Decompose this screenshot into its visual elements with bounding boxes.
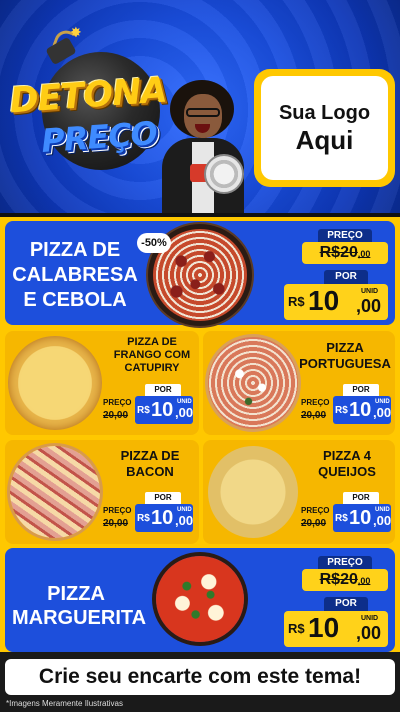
- old-price: 20,00: [103, 410, 129, 421]
- logo-text-line1: Sua Logo: [278, 102, 371, 124]
- old-price-label: PREÇO: [301, 506, 330, 515]
- offer-name: PIZZA MARGUERITA: [12, 583, 147, 629]
- old-price-label: PREÇO: [103, 398, 132, 407]
- new-price: R$ 10 UNID ,00: [333, 504, 391, 532]
- new-price-label: POR: [145, 492, 181, 504]
- pizza-image: [8, 336, 102, 430]
- new-price: R$ 10 UNID ,00: [333, 396, 391, 424]
- offer-name: PIZZA DE CALABRESA E CEBOLA: [12, 239, 138, 311]
- new-price-label: POR: [343, 492, 379, 504]
- price-block: POR PREÇO 20,00 R$ 10 UNID ,00: [101, 384, 193, 428]
- pizza-image: [208, 337, 298, 429]
- new-price: R$ 10 UNID ,00: [284, 611, 388, 647]
- new-price-label: POR: [324, 270, 368, 284]
- discount-badge: -50%: [137, 233, 171, 253]
- old-price: 20,00: [301, 518, 327, 529]
- logo-placeholder: Sua Logo Aqui: [254, 69, 395, 187]
- offer-name: PIZZA DE BACON: [120, 448, 180, 479]
- old-price: 20,00: [301, 410, 327, 421]
- logo-text-line2: Aqui: [295, 125, 354, 155]
- pizza-image: [10, 446, 100, 538]
- offer-name: PIZZA DE FRANGO COM CATUPIRY: [113, 336, 191, 374]
- cta-banner[interactable]: Crie seu encarte com este tema!: [5, 659, 395, 695]
- new-price-label: POR: [343, 384, 379, 396]
- offer-name: PIZZA 4 QUEIJOS: [318, 448, 376, 479]
- pizza-image: [208, 446, 298, 538]
- price-block: POR PREÇO 20,00 R$ 10 UNID ,00: [299, 492, 391, 536]
- new-price-label: POR: [145, 384, 181, 396]
- price-block: POR PREÇO 20,00 R$ 10 UNID ,00: [299, 384, 391, 428]
- old-price-label: PREÇO: [318, 556, 372, 570]
- new-price: R$ 10 UNID ,00: [135, 504, 193, 532]
- disclaimer: *Imagens Meramente Ilustrativas: [6, 699, 123, 708]
- new-price: R$ 10 UNID ,00: [284, 284, 388, 320]
- new-price: R$ 10 UNID ,00: [135, 396, 193, 424]
- spark-icon: ✸: [70, 24, 82, 40]
- megaphone-icon: [190, 150, 246, 196]
- old-price: R$20,00: [302, 242, 388, 264]
- header: ✸ DETONA PREÇO Sua Logo Aqui: [0, 0, 400, 213]
- pizza-image: [156, 556, 244, 642]
- old-price-label: PREÇO: [301, 398, 330, 407]
- new-price-label: POR: [324, 597, 368, 611]
- old-price: 20,00: [103, 518, 129, 529]
- flyer: ✸ DETONA PREÇO Sua Logo Aqui PIZZA DE CA…: [0, 0, 400, 712]
- old-price: R$20,00: [302, 569, 388, 591]
- old-price-label: PREÇO: [103, 506, 132, 515]
- price-block: POR PREÇO 20,00 R$ 10 UNID ,00: [101, 492, 193, 536]
- offer-name: PIZZA PORTUGUESA: [299, 340, 391, 371]
- old-price-label: PREÇO: [318, 229, 372, 243]
